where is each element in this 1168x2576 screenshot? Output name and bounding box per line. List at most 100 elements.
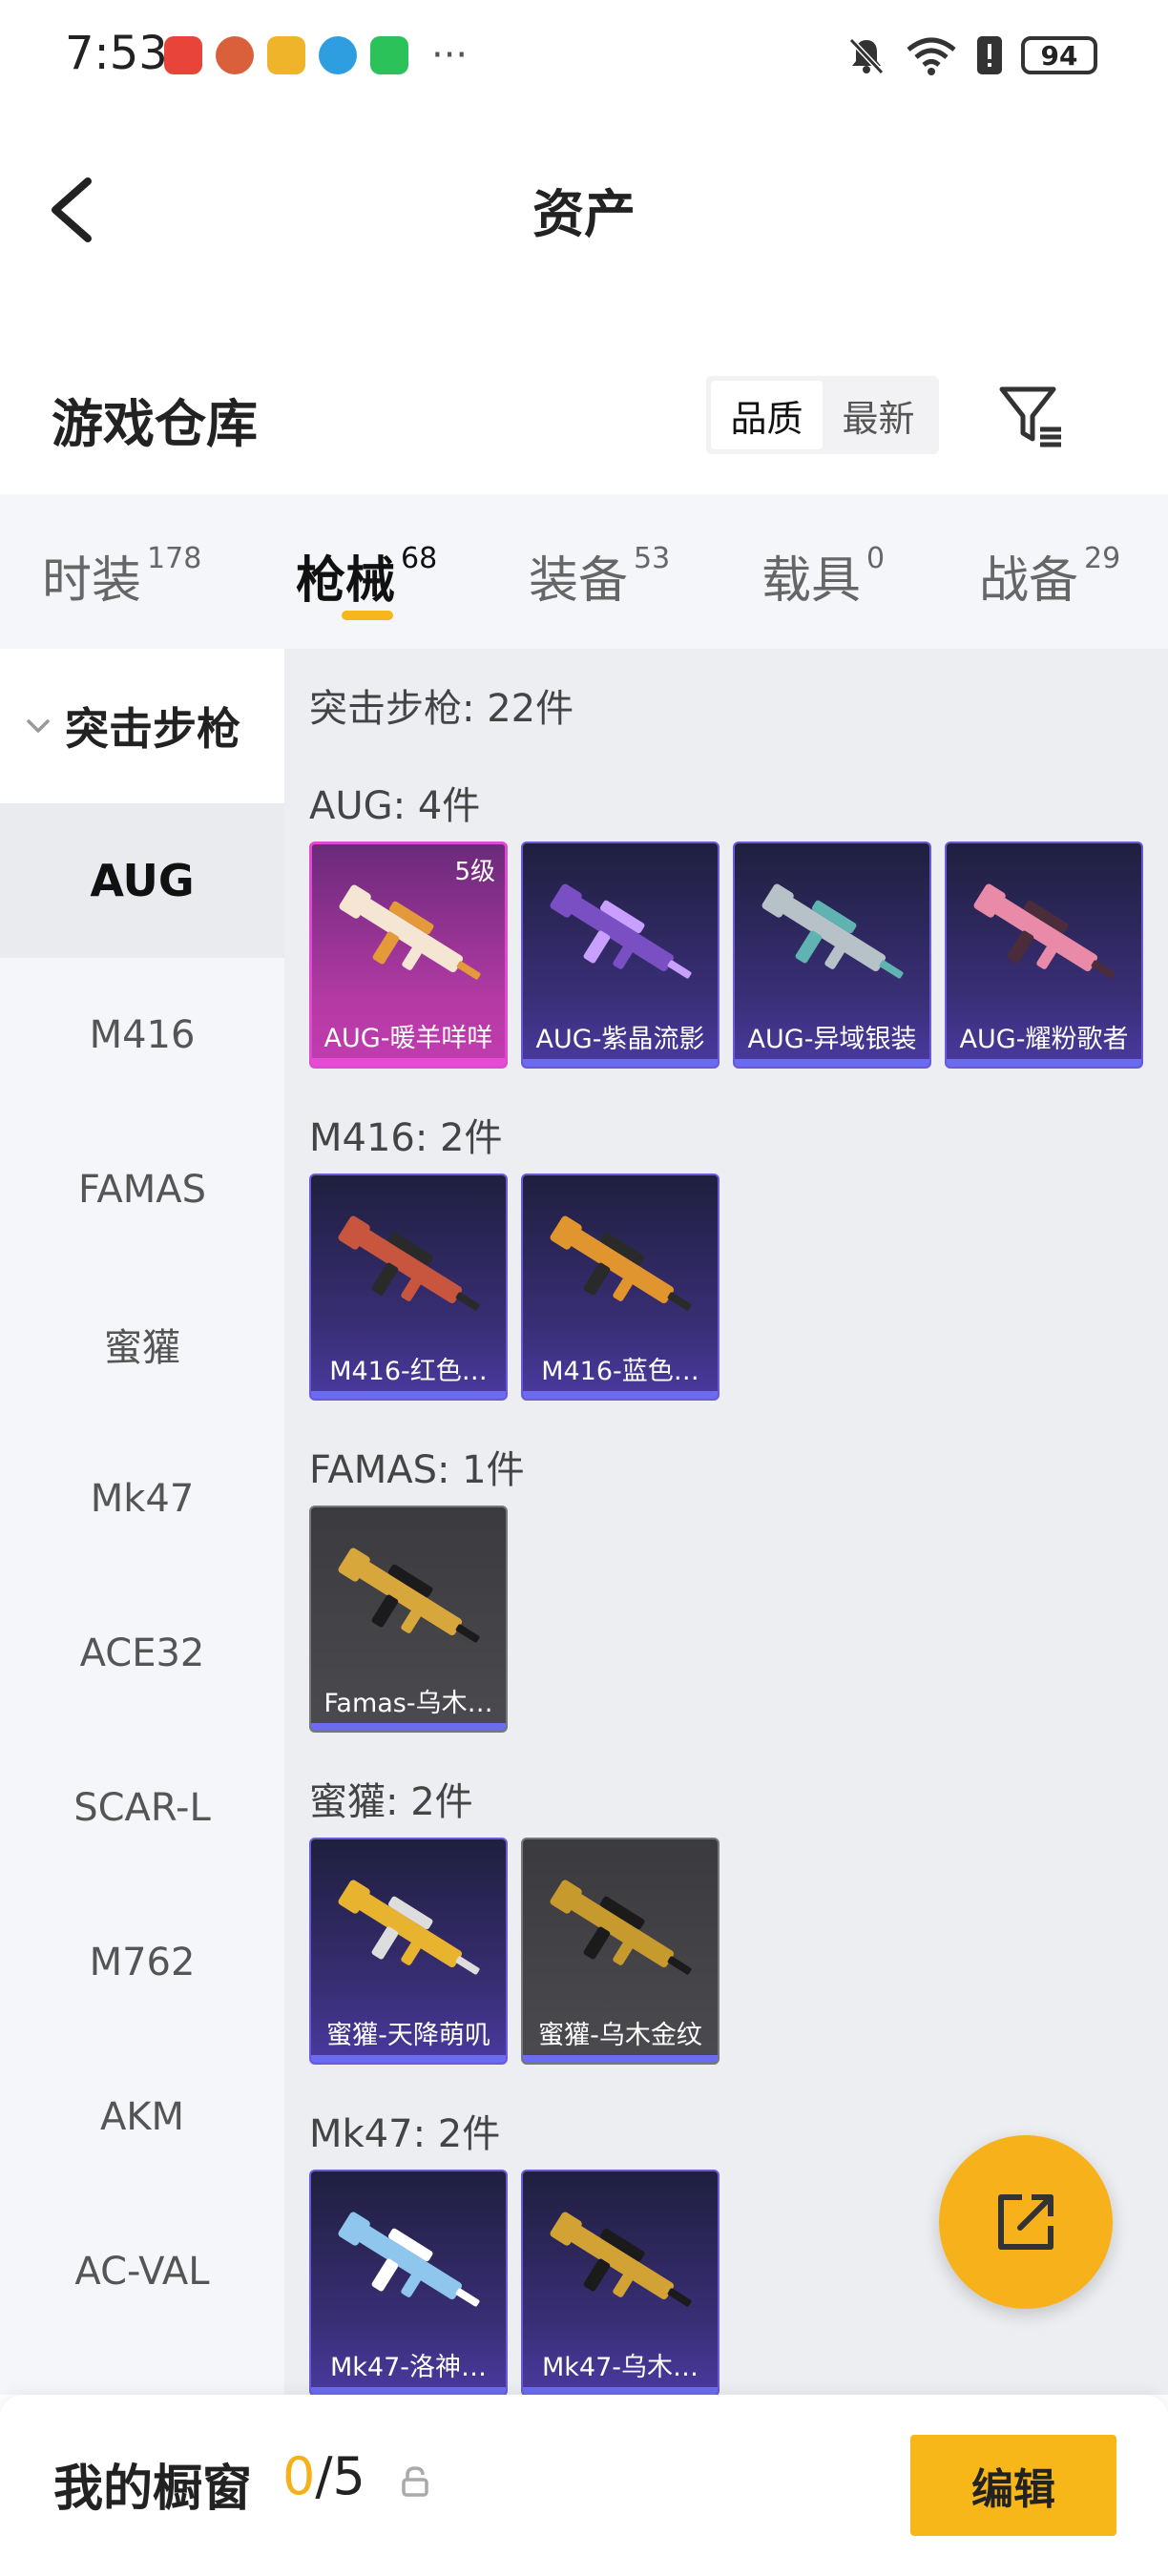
section-title: M416: 2件 xyxy=(309,1116,503,1160)
tab-label: 装备 xyxy=(529,552,629,610)
weapon-card[interactable]: AUG-紫晶流影 xyxy=(521,841,720,1069)
weapon-card[interactable]: Famas-乌木… xyxy=(309,1506,508,1733)
section-title: FAMAS: 1件 xyxy=(309,1448,525,1492)
rarity-bar xyxy=(523,1059,718,1067)
app-icon xyxy=(164,36,202,74)
sidebar-item-aug[interactable]: AUG xyxy=(0,803,284,958)
share-icon xyxy=(998,2194,1053,2250)
weapon-skin-icon xyxy=(338,1880,480,1975)
card-level-badge: 5级 xyxy=(454,858,495,886)
rarity-bar xyxy=(947,1059,1141,1067)
rarity-bar xyxy=(311,2055,506,2063)
sidebar-item-akm[interactable]: AKM xyxy=(0,2040,284,2194)
section-title: AUG: 4件 xyxy=(309,784,481,828)
sidebar-item-honey-badger[interactable]: 蜜獾 xyxy=(0,1267,284,1422)
page-title: 资产 xyxy=(532,184,636,244)
sort-toggle: 品质 最新 xyxy=(706,376,939,454)
weapon-skin-icon xyxy=(339,884,481,980)
card-name: AUG-紫晶流影 xyxy=(535,1025,705,1054)
card-name: AUG-暖羊咩咩 xyxy=(323,1024,493,1053)
showcase-capacity: /5 xyxy=(315,2446,365,2506)
weapon-card[interactable]: M416-红色… xyxy=(309,1174,508,1401)
showcase-title: 我的橱窗 xyxy=(53,2461,253,2518)
tab-count: 68 xyxy=(401,542,438,575)
weapon-card[interactable]: 5级 AUG-暖羊咩咩 xyxy=(309,841,508,1069)
share-button[interactable] xyxy=(939,2135,1113,2309)
card-name: Famas-乌木… xyxy=(323,1689,493,1718)
warehouse-title: 游戏仓库 xyxy=(52,394,258,454)
app-icon xyxy=(319,36,357,74)
sidebar-item-ac-val[interactable]: AC-VAL xyxy=(0,2194,284,2349)
weapon-skin-icon xyxy=(550,883,692,979)
rarity-bar xyxy=(311,2387,506,2395)
rarity-bar xyxy=(523,1391,718,1399)
status-app-icons: ··· xyxy=(164,36,468,74)
mute-icon xyxy=(848,37,885,75)
card-name: 蜜獾-天降萌叽 xyxy=(326,2021,490,2050)
filter-button[interactable] xyxy=(994,380,1067,452)
rarity-bar xyxy=(523,2387,718,2395)
section-title: Mk47: 2件 xyxy=(309,2112,501,2156)
weapon-card[interactable]: 蜜獾-天降萌叽 xyxy=(309,1838,508,2065)
showcase-count: 0/5 xyxy=(282,2446,365,2506)
sort-newest-button[interactable]: 最新 xyxy=(823,381,934,449)
alert-icon xyxy=(977,36,1002,74)
tab-supplies[interactable]: 战备 29 xyxy=(979,540,1120,612)
category-tabs: 时装 178 枪械 68 装备 53 载具 0 战备 29 xyxy=(0,494,1168,649)
rarity-bar xyxy=(735,1059,929,1067)
weapon-card[interactable]: AUG-异域银装 xyxy=(733,841,931,1069)
status-time: 7:53 xyxy=(65,27,168,80)
edit-button[interactable]: 编辑 xyxy=(910,2435,1116,2536)
weapon-card[interactable]: Mk47-洛神… xyxy=(309,2170,508,2395)
tab-vehicles[interactable]: 载具 0 xyxy=(761,540,885,612)
sidebar-item-m416[interactable]: M416 xyxy=(0,958,284,1112)
weapon-card[interactable]: Mk47-乌木… xyxy=(521,2170,720,2395)
sidebar-item-m762[interactable]: M762 xyxy=(0,1885,284,2040)
tab-fashion[interactable]: 时装 178 xyxy=(42,540,201,612)
status-indicators: 94 xyxy=(845,34,1097,76)
section-title: 蜜獾: 2件 xyxy=(309,1780,473,1824)
more-notifications-icon: ··· xyxy=(431,33,469,77)
battery-indicator: 94 xyxy=(1021,36,1097,74)
rarity-bar xyxy=(311,1391,506,1399)
sidebar-item-scar-l[interactable]: SCAR-L xyxy=(0,1731,284,1885)
tab-firearms[interactable]: 枪械 68 xyxy=(296,540,437,612)
sidebar-group-assault-rifles[interactable]: 突击步枪 xyxy=(0,649,284,803)
sidebar-item-ace32[interactable]: ACE32 xyxy=(0,1576,284,1731)
tab-count: 178 xyxy=(147,542,202,575)
sidebar-item-mk47[interactable]: Mk47 xyxy=(0,1422,284,1576)
filter-icon xyxy=(999,386,1061,447)
rarity-bar xyxy=(311,1723,506,1731)
card-name: AUG-异域银装 xyxy=(747,1025,917,1054)
weapon-skin-icon xyxy=(338,2212,480,2307)
weapon-skin-icon xyxy=(761,883,904,979)
sidebar-item-famas[interactable]: FAMAS xyxy=(0,1112,284,1267)
card-name: M416-红色… xyxy=(329,1357,488,1386)
status-bar: 7:53 ··· 94 xyxy=(0,0,1168,114)
tab-equipment[interactable]: 装备 53 xyxy=(529,540,670,612)
card-name: AUG-耀粉歌者 xyxy=(959,1025,1129,1054)
card-name: Mk47-洛神… xyxy=(329,2353,488,2382)
card-name: Mk47-乌木… xyxy=(541,2353,699,2382)
showcase-current-count: 0 xyxy=(282,2446,316,2506)
chevron-down-icon xyxy=(27,719,50,733)
weapon-card[interactable]: M416-蓝色… xyxy=(521,1174,720,1401)
wechat-icon xyxy=(370,36,408,74)
weapon-sidebar: 突击步枪 AUG M416 FAMAS 蜜獾 Mk47 ACE32 SCAR-L… xyxy=(0,649,284,2395)
app-icon xyxy=(216,36,254,74)
weapon-skin-icon xyxy=(550,1880,692,1975)
tab-count: 29 xyxy=(1084,542,1121,575)
tab-label: 枪械 xyxy=(296,552,396,610)
weapon-skin-icon xyxy=(338,1548,480,1643)
weapon-skin-icon xyxy=(550,2212,692,2307)
weapon-card[interactable]: AUG-耀粉歌者 xyxy=(945,841,1143,1069)
weapon-card[interactable]: 蜜獾-乌木金纹 xyxy=(521,1838,720,2065)
category-total: 突击步枪: 22件 xyxy=(309,687,574,731)
rarity-bar xyxy=(523,2055,718,2063)
wifi-icon xyxy=(907,37,956,75)
sidebar-group-label: 突击步枪 xyxy=(65,703,240,755)
sort-quality-button[interactable]: 品质 xyxy=(711,381,823,449)
weapon-skin-icon xyxy=(550,1215,692,1311)
tab-label: 载具 xyxy=(761,552,862,610)
card-name: M416-蓝色… xyxy=(541,1357,699,1386)
